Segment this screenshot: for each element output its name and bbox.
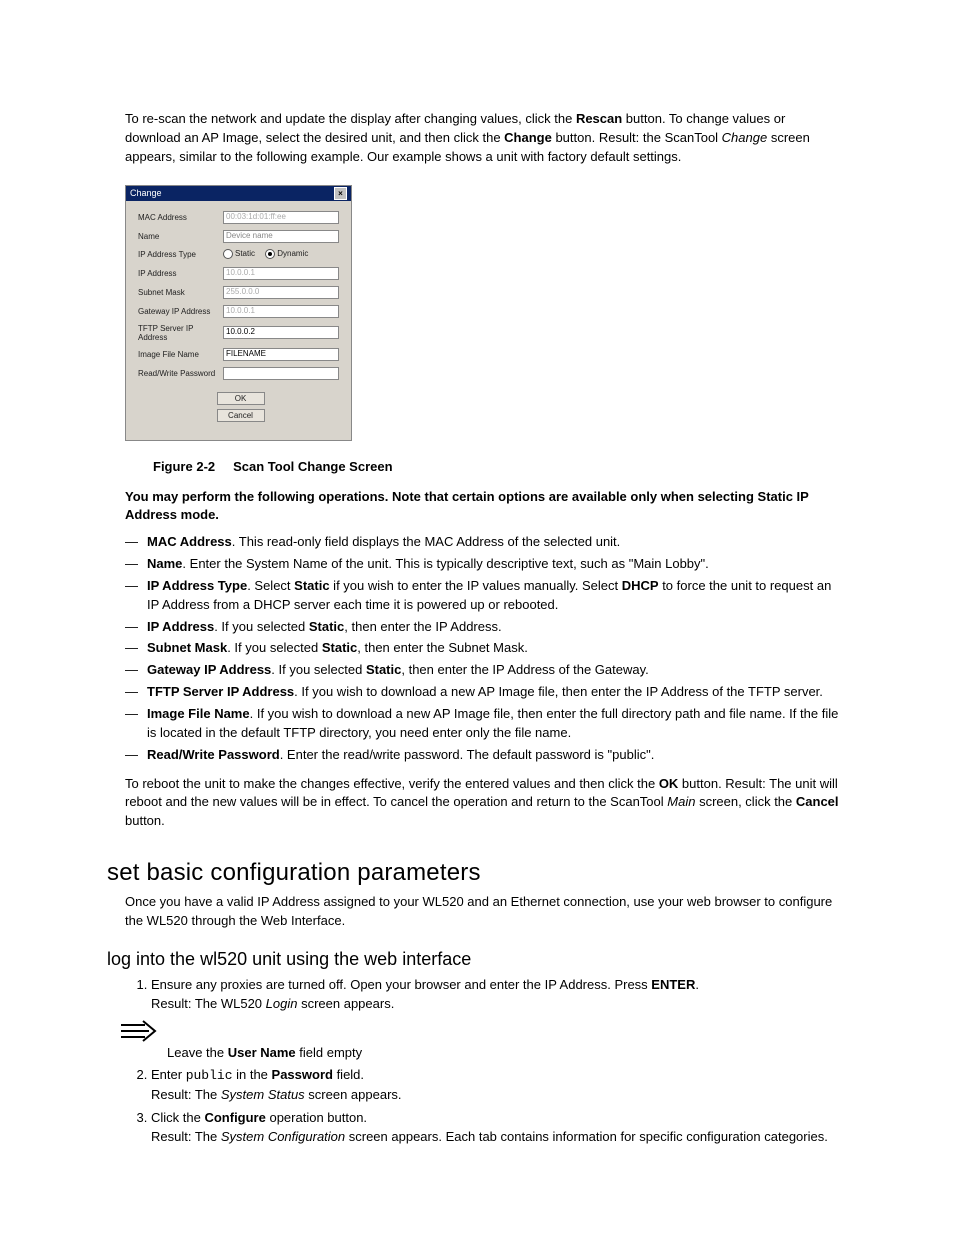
ip-address-field[interactable]: 10.0.0.1: [223, 267, 339, 280]
name-field[interactable]: Device name: [223, 230, 339, 243]
tftp-field[interactable]: 10.0.0.2: [223, 326, 339, 339]
list-item: —Gateway IP Address. If you selected Sta…: [125, 661, 839, 680]
tftp-label: TFTP Server IP Address: [138, 324, 223, 342]
cancel-button[interactable]: Cancel: [217, 409, 265, 422]
reboot-paragraph: To reboot the unit to make the changes e…: [125, 775, 839, 832]
note-row: Leave the User Name field empty: [119, 1019, 839, 1060]
close-icon[interactable]: ×: [334, 187, 347, 200]
dynamic-radio[interactable]: Dynamic: [265, 249, 308, 259]
list-item: Ensure any proxies are turned off. Open …: [151, 976, 839, 1014]
password-label: Read/Write Password: [138, 369, 223, 378]
list-item: —Image File Name. If you wish to downloa…: [125, 705, 839, 743]
ip-address-label: IP Address: [138, 269, 223, 278]
section-body: Once you have a valid IP Address assigne…: [125, 893, 839, 931]
mac-address-field: 00:03:1d:01:ff:ee: [223, 211, 339, 224]
rescan-button-ref: Rescan: [576, 111, 622, 126]
image-file-label: Image File Name: [138, 350, 223, 359]
list-item: —IP Address. If you selected Static, the…: [125, 618, 839, 637]
name-label: Name: [138, 232, 223, 241]
list-item: —IP Address Type. Select Static if you w…: [125, 577, 839, 615]
list-item: —MAC Address. This read-only field displ…: [125, 533, 839, 552]
subnet-mask-label: Subnet Mask: [138, 288, 223, 297]
bullet-list: —MAC Address. This read-only field displ…: [125, 533, 839, 764]
subnet-mask-field[interactable]: 255.0.0.0: [223, 286, 339, 299]
steps-list: Ensure any proxies are turned off. Open …: [133, 976, 839, 1014]
gateway-field[interactable]: 10.0.0.1: [223, 305, 339, 318]
list-item: —Subnet Mask. If you selected Static, th…: [125, 639, 839, 658]
instructions-lead: You may perform the following operations…: [125, 488, 839, 526]
change-dialog: Change × MAC Address 00:03:1d:01:ff:ee N…: [125, 185, 352, 441]
image-file-field[interactable]: FILENAME: [223, 348, 339, 361]
password-field[interactable]: [223, 367, 339, 380]
list-item: —TFTP Server IP Address. If you wish to …: [125, 683, 839, 702]
section-heading: set basic configuration parameters: [107, 859, 839, 887]
dialog-title-text: Change: [130, 188, 162, 198]
list-item: —Name. Enter the System Name of the unit…: [125, 555, 839, 574]
list-item: Enter public in the Password field. Resu…: [151, 1066, 839, 1105]
figure-caption: Figure 2-2Scan Tool Change Screen: [153, 459, 839, 474]
list-item: —Read/Write Password. Enter the read/wri…: [125, 746, 839, 765]
intro-paragraph: To re-scan the network and update the di…: [125, 110, 839, 167]
list-item: Click the Configure operation button. Re…: [151, 1109, 839, 1147]
static-radio[interactable]: Static: [223, 249, 255, 259]
ip-type-label: IP Address Type: [138, 250, 223, 259]
steps-list-cont: Enter public in the Password field. Resu…: [133, 1066, 839, 1146]
dialog-titlebar: Change ×: [126, 186, 351, 201]
mac-address-label: MAC Address: [138, 213, 223, 222]
arrow-icon: [119, 1019, 167, 1046]
ok-button[interactable]: OK: [217, 392, 265, 405]
change-button-ref: Change: [504, 130, 552, 145]
subsection-heading: log into the wl520 unit using the web in…: [107, 949, 839, 970]
gateway-label: Gateway IP Address: [138, 307, 223, 316]
